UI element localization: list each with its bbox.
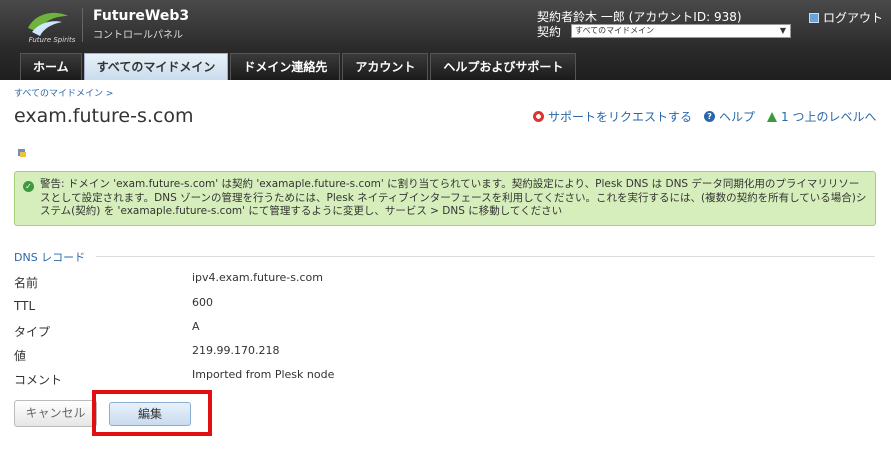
chevron-down-icon: ▼ <box>779 26 786 35</box>
breadcrumb[interactable]: すべてのマイドメイン > <box>14 86 113 99</box>
highlight-annotation <box>92 390 212 436</box>
brand-title: FutureWeb3 <box>93 8 190 24</box>
logout-icon <box>809 12 819 23</box>
cancel-button[interactable]: キャンセル <box>14 400 97 427</box>
page-actions: サポートをリクエストする ? ヘルプ 1 つ上のレベルへ <box>533 108 876 125</box>
arrow-up-icon <box>767 111 778 122</box>
dns-comment-value: Imported from Plesk node <box>192 368 335 381</box>
dns-comment-label: コメント <box>14 373 63 387</box>
dns-name-label: 名前 <box>14 276 39 290</box>
account-info: 契約者鈴木 一郎 (アカウントID: 938) <box>537 10 742 24</box>
logout-label: ログアウト <box>823 11 884 25</box>
tab-all-domains[interactable]: すべてのマイドメイン <box>83 53 229 80</box>
logout-link[interactable]: ログアウト <box>809 9 883 26</box>
check-icon: ✓ <box>23 181 34 192</box>
brand-subtitle: コントロールパネル <box>93 30 183 41</box>
logo-text: Future Spirits <box>28 36 76 44</box>
dns-ttl-label: TTL <box>14 299 36 313</box>
help-link[interactable]: ? ヘルプ <box>704 108 755 125</box>
tab-help-support[interactable]: ヘルプおよびサポート <box>430 53 577 80</box>
contract-label: 契約 <box>537 25 562 39</box>
dns-name-value: ipv4.exam.future-s.com <box>192 271 323 284</box>
top-header: Future Spirits FutureWeb3 コントロールパネル 契約者鈴… <box>0 0 891 80</box>
dns-type-value: A <box>192 320 200 333</box>
section-divider <box>96 256 875 257</box>
dns-type-label: タイプ <box>14 325 51 339</box>
dns-value-value: 219.99.170.218 <box>192 344 280 357</box>
help-icon: ? <box>704 111 716 122</box>
brand-separator <box>82 8 83 42</box>
up-level-label: 1 つ上のレベルへ <box>781 110 877 124</box>
up-level-link[interactable]: 1 つ上のレベルへ <box>767 108 876 125</box>
support-icon <box>533 111 544 122</box>
tab-home[interactable]: ホーム <box>20 53 82 80</box>
warning-message: ✓ 警告: ドメイン 'exam.future-s.com' は契約 'exam… <box>14 171 876 226</box>
dns-section-title: DNS レコード <box>14 251 86 264</box>
tab-domain-contacts[interactable]: ドメイン連絡先 <box>230 53 341 80</box>
request-support-link[interactable]: サポートをリクエストする <box>533 108 692 125</box>
dns-tool-icon[interactable] <box>17 148 27 158</box>
contract-select-value: すべてのマイドメイン <box>575 26 655 35</box>
contract-select[interactable]: すべてのマイドメイン ▼ <box>571 24 791 38</box>
dns-ttl-value: 600 <box>192 296 213 309</box>
warning-text: 警告: ドメイン 'exam.future-s.com' は契約 'examap… <box>40 178 867 217</box>
help-label: ヘルプ <box>719 110 756 124</box>
dns-value-label: 値 <box>14 349 27 363</box>
request-support-label: サポートをリクエストする <box>548 110 693 124</box>
main-tabs: ホーム すべてのマイドメイン ドメイン連絡先 アカウント ヘルプおよびサポート <box>20 53 577 80</box>
page-title: exam.future-s.com <box>14 105 194 127</box>
tab-account[interactable]: アカウント <box>342 53 429 80</box>
